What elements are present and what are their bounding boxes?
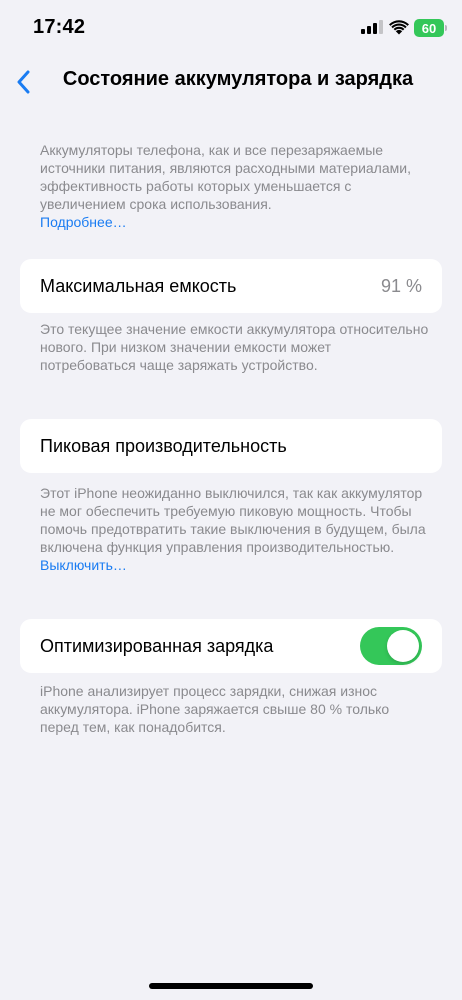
max-capacity-value: 91 % [380,275,422,296]
peak-performance-description: Этот iPhone неожиданно выключился, так к… [40,485,426,555]
battery-icon: 60 [414,19,444,37]
optimized-charging-label: Оптимизированная зарядка [40,635,274,656]
status-time: 17:42 [33,16,86,38]
intro-text: Аккумуляторы телефона, как и все перезар… [40,142,411,212]
home-indicator[interactable] [149,983,313,989]
optimized-charging-toggle[interactable] [360,627,422,665]
toggle-knob [387,630,419,662]
max-capacity-label: Максимальная емкость [40,275,237,296]
learn-more-link[interactable]: Подробнее… [40,214,127,230]
wifi-icon [389,20,409,35]
optimized-charging-description: iPhone анализирует процесс зарядки, сниж… [40,683,390,735]
disable-link[interactable]: Выключить… [40,557,127,573]
intro-text-block: Аккумуляторы телефона, как и все перезар… [40,141,430,231]
peak-performance-text-block: Этот iPhone неожиданно выключился, так к… [40,484,430,574]
page-title: Состояние аккумулятора и зарядка [62,68,414,90]
peak-performance-row: Пиковая производительность [20,419,442,473]
max-capacity-description: Это текущее значение емкости аккумулятор… [40,321,429,373]
max-capacity-row: Максимальная емкость 91 % [20,259,442,313]
cellular-signal-icon [361,20,383,34]
battery-level: 60 [421,20,437,36]
status-bar: 17:42 60 [0,0,462,56]
peak-performance-label: Пиковая производительность [40,435,287,456]
optimized-charging-row: Оптимизированная зарядка [20,619,442,673]
battery-nub [445,25,447,31]
